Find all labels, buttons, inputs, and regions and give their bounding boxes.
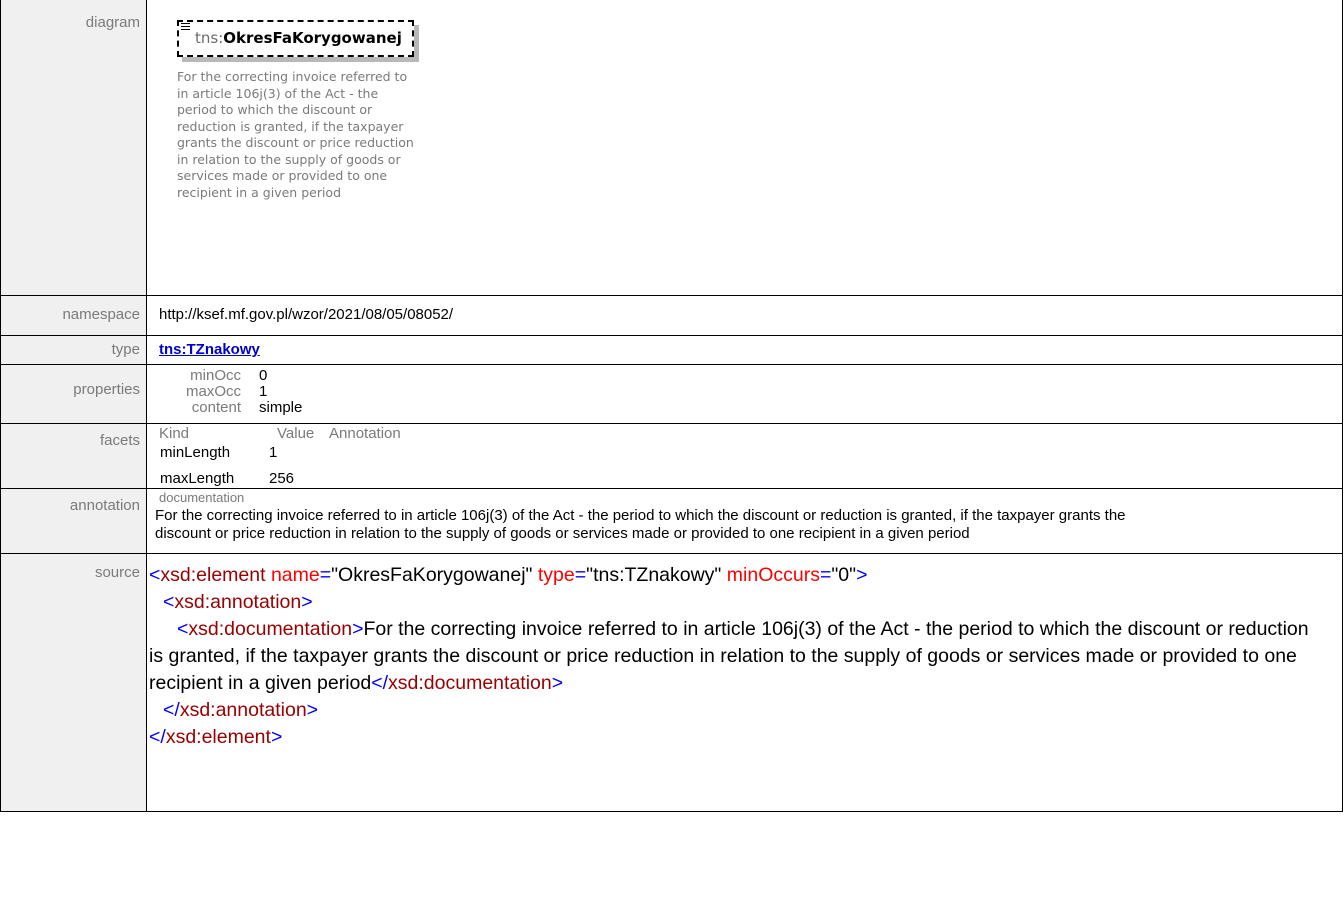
source-punct: > — [270, 726, 283, 748]
properties-row: properties minOcc 0 maxOcc 1 content sim… — [0, 364, 1343, 424]
annotation-cell: documentation For the correcting invoice… — [146, 488, 1343, 554]
source-punct: < — [177, 618, 189, 640]
namespace-value: http://ksef.mf.gov.pl/wzor/2021/08/05/08… — [159, 306, 454, 323]
annotation-doc-label: documentation — [159, 490, 245, 505]
source-code: <xsd:element name="OkresFaKorygowanej" t… — [149, 554, 1342, 751]
diagram-documentation: For the correcting invoice referred to i… — [177, 69, 414, 200]
diagram-row: diagram tns:OkresFaKorygowanej For the c… — [0, 0, 1343, 296]
source-label: source — [94, 564, 140, 581]
element-name: OkresFaKorygowanej — [223, 29, 402, 47]
facets-header-kind: Kind — [159, 425, 190, 442]
annotation-doc-text: For the correcting invoice referred to i… — [155, 507, 1126, 542]
source-punct: = — [574, 564, 587, 586]
source-punct: < — [149, 564, 161, 586]
type-link[interactable]: tns:TZnakowy — [159, 336, 260, 358]
source-punct: = — [819, 564, 832, 586]
source-line: <xsd:element name="OkresFaKorygowanej" t… — [149, 562, 1322, 589]
source-punct: > — [551, 672, 564, 694]
source-attr: minOccurs — [726, 564, 820, 586]
properties-label: properties — [73, 381, 140, 398]
source-tag: xsd:documentation — [188, 618, 353, 640]
properties-label-cell: properties — [0, 364, 147, 424]
property-key: minOcc — [190, 367, 241, 384]
source-tag: xsd:element — [165, 726, 271, 748]
namespace-cell: http://ksef.mf.gov.pl/wzor/2021/08/05/08… — [146, 295, 1343, 336]
property-value: simple — [259, 399, 303, 416]
source-tag: xsd:documentation — [388, 672, 552, 694]
property-value: 1 — [259, 383, 268, 400]
type-label-cell: type — [0, 335, 147, 365]
properties-cell: minOcc 0 maxOcc 1 content simple — [146, 364, 1343, 424]
type-row: type tns:TZnakowy — [0, 335, 1343, 365]
documentation-lines-icon — [181, 23, 190, 32]
source-attr-value: "OkresFaKorygowanej" — [331, 564, 533, 586]
facets-label-cell: facets — [0, 423, 147, 489]
facets-header: Kind Value Annotation — [159, 424, 1342, 442]
diagram-label-cell: diagram — [0, 0, 147, 296]
source-punct: > — [352, 618, 364, 640]
source-punct: </ — [163, 699, 180, 721]
facets-label: facets — [99, 432, 140, 449]
source-punct: = — [319, 564, 332, 586]
element-node-box[interactable]: tns:OkresFaKorygowanej — [177, 20, 414, 57]
facet-kind: maxLength — [160, 470, 235, 487]
source-tag: xsd:annotation — [174, 591, 302, 613]
source-attr-value: "tns:TZnakowy" — [586, 564, 722, 586]
property-key: maxOcc — [185, 383, 241, 400]
facet-row: maxLength 256 — [159, 470, 1342, 488]
type-cell: tns:TZnakowy — [146, 335, 1343, 365]
source-line: <xsd:annotation> — [149, 589, 1322, 616]
source-indent — [149, 618, 177, 640]
property-value: 0 — [259, 367, 268, 384]
facet-value: 256 — [269, 470, 295, 487]
facet-row: minLength 1 — [159, 444, 1342, 462]
source-row: source <xsd:element name="OkresFaKorygow… — [0, 553, 1343, 812]
facets-row: facets Kind Value Annotation minLength 1… — [0, 423, 1343, 489]
source-punct: </ — [371, 672, 389, 694]
source-punct: > — [306, 699, 319, 721]
source-punct: > — [301, 591, 313, 613]
source-line: </xsd:element> — [149, 724, 1322, 751]
facet-kind: minLength — [160, 444, 231, 461]
source-punct: > — [856, 564, 868, 586]
type-label: type — [111, 341, 140, 358]
source-cell: <xsd:element name="OkresFaKorygowanej" t… — [146, 553, 1343, 812]
source-attr: name — [270, 564, 320, 586]
source-punct: </ — [149, 726, 166, 748]
facets-header-annotation: Annotation — [329, 425, 401, 442]
source-attr: type — [537, 564, 575, 586]
facets-header-value: Value — [277, 425, 315, 442]
diagram-label: diagram — [85, 14, 140, 31]
annotation-label-cell: annotation — [0, 488, 147, 554]
facet-value: 1 — [269, 444, 278, 461]
source-attr-value: "0" — [831, 564, 857, 586]
source-punct: < — [163, 591, 175, 613]
source-label-cell: source — [0, 553, 147, 812]
namespace-label: namespace — [62, 306, 140, 323]
source-tag: xsd:annotation — [179, 699, 307, 721]
annotation-label: annotation — [69, 497, 140, 514]
source-line: <xsd:documentation>For the correcting in… — [149, 616, 1322, 697]
properties-grid: minOcc 0 maxOcc 1 content simple — [159, 365, 1342, 416]
annotation-row: annotation documentation For the correct… — [0, 488, 1343, 554]
property-key: content — [191, 399, 241, 416]
schema-doc-table: diagram tns:OkresFaKorygowanej For the c… — [0, 0, 1343, 812]
source-tag: xsd:element — [160, 564, 266, 586]
namespace-label-cell: namespace — [0, 295, 147, 336]
namespace-row: namespace http://ksef.mf.gov.pl/wzor/202… — [0, 295, 1343, 336]
facets-cell: Kind Value Annotation minLength 1 maxLen… — [146, 423, 1343, 489]
element-diagram: tns:OkresFaKorygowanej For the correctin… — [147, 0, 1342, 201]
diagram-cell: tns:OkresFaKorygowanej For the correctin… — [146, 0, 1343, 296]
element-prefix: tns: — [195, 29, 224, 47]
source-line: </xsd:annotation> — [149, 697, 1322, 724]
